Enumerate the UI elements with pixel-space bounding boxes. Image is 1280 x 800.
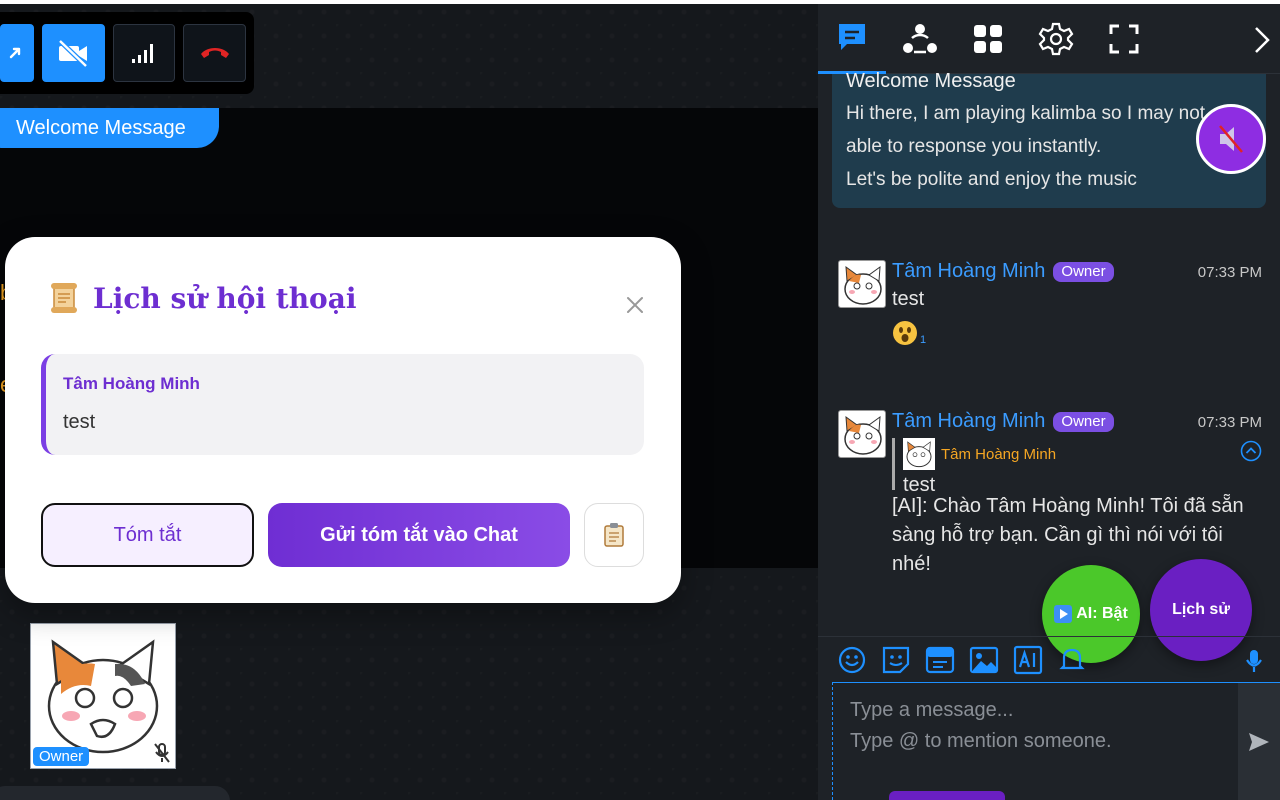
chat-icon	[839, 24, 865, 50]
sticker-icon	[882, 646, 910, 673]
message-time: 07:33 PM	[1197, 264, 1262, 281]
gif-button[interactable]	[924, 644, 956, 676]
welcome-message-pill[interactable]: Welcome Message	[0, 108, 219, 148]
send-icon	[1249, 733, 1269, 751]
send-summary-to-chat-button[interactable]: Gửi tóm tắt vào Chat	[268, 503, 570, 567]
cat-avatar-image	[844, 415, 882, 455]
tab-apps[interactable]	[954, 4, 1022, 74]
modal-title: Lịch sử hội thoại	[93, 281, 357, 315]
cat-avatar-image	[903, 438, 935, 470]
welcome-pill-label: Welcome Message	[16, 116, 186, 139]
tab-fullscreen[interactable]	[1090, 4, 1158, 74]
chevron-right-icon	[1255, 27, 1270, 53]
participant-role-badge: Owner	[33, 747, 90, 766]
owner-badge: Owner	[1053, 261, 1114, 282]
voice-input-button[interactable]	[1238, 645, 1270, 677]
message-time: 07:33 PM	[1197, 414, 1262, 431]
welcome-line: able to response you instantly.	[846, 136, 1102, 157]
quote-author: Tâm Hoàng Minh	[941, 445, 1057, 463]
speaker-muted-icon	[1219, 125, 1243, 153]
ai-assist-button[interactable]	[1012, 644, 1044, 676]
smiley-icon	[838, 646, 866, 673]
sound-toggle-button[interactable]	[1196, 104, 1266, 174]
clipboard-icon	[604, 523, 624, 547]
mic-muted-icon	[154, 743, 170, 763]
collapse-panel-button[interactable]	[1244, 18, 1280, 62]
participant-tile[interactable]: Owner	[30, 623, 176, 769]
gear-icon	[1038, 22, 1074, 55]
share-screen-icon	[9, 47, 21, 59]
message-author[interactable]: Tâm Hoàng Minh	[892, 410, 1045, 433]
bell-icon	[1059, 648, 1085, 669]
tab-chat[interactable]	[818, 4, 886, 74]
avatar[interactable]	[838, 410, 886, 458]
send-summary-button-label: Gửi tóm tắt vào Chat	[320, 523, 518, 546]
camera-off-icon	[58, 39, 89, 68]
avatar[interactable]	[838, 260, 886, 308]
message-header: Tâm Hoàng Minh Owner	[892, 410, 1114, 433]
microphone-icon	[1246, 650, 1262, 672]
send-button[interactable]	[1238, 683, 1280, 800]
chevron-up-icon[interactable]	[1240, 440, 1262, 462]
network-quality-button[interactable]	[112, 24, 176, 82]
image-icon	[969, 646, 999, 673]
quoted-message[interactable]: Tâm Hoàng Minh test	[892, 438, 1192, 496]
phone-hangup-icon	[200, 48, 229, 58]
summarize-button-label: Tóm tắt	[113, 523, 182, 546]
tab-settings[interactable]	[1022, 4, 1090, 74]
tab-participants[interactable]	[886, 4, 954, 74]
copy-button[interactable]	[584, 503, 644, 567]
signal-bars-icon	[132, 44, 154, 63]
bottom-control-bar	[0, 786, 230, 800]
message-input[interactable]: Type a message... Type @ to mention some…	[850, 695, 1230, 757]
emoji-button[interactable]	[836, 644, 868, 676]
history-button-label: Lịch sử	[1172, 601, 1230, 618]
modal-header: Lịch sử hội thoại	[47, 281, 357, 315]
cat-avatar-image	[844, 265, 882, 305]
chat-message: Tâm Hoàng Minh Owner 07:33 PM test 1	[838, 260, 1262, 356]
composer-toolbar	[818, 636, 1280, 682]
welcome-title: Welcome Message	[846, 70, 1016, 92]
conversation-history-modal: Lịch sử hội thoại Tâm Hoàng Minh test Tó…	[5, 237, 681, 603]
message-composer[interactable]: Type a message... Type @ to mention some…	[832, 682, 1280, 800]
people-network-icon	[903, 23, 937, 53]
chat-panel: Welcome Message Hi there, I am playing k…	[818, 0, 1280, 800]
composer-tab-chip	[889, 791, 1005, 800]
message-author[interactable]: Tâm Hoàng Minh	[892, 260, 1045, 283]
summarize-button[interactable]: Tóm tắt	[41, 503, 254, 567]
history-message-author: Tâm Hoàng Minh	[63, 374, 200, 393]
input-placeholder: Type a message...	[850, 699, 1014, 721]
grid-icon	[974, 24, 1002, 53]
welcome-line: Let's be polite and enjoy the music	[846, 169, 1137, 190]
reaction-count: 1	[920, 334, 927, 346]
message-header: Tâm Hoàng Minh Owner	[892, 260, 1114, 283]
top-strip	[0, 0, 818, 4]
notification-button[interactable]	[1056, 644, 1088, 676]
image-button[interactable]	[968, 644, 1000, 676]
fullscreen-icon	[1109, 24, 1139, 53]
reaction-chip[interactable]: 1	[892, 320, 926, 346]
call-toolbar	[0, 12, 254, 94]
sticker-button[interactable]	[880, 644, 912, 676]
hang-up-button[interactable]	[183, 24, 247, 82]
camera-toggle-button[interactable]	[42, 24, 105, 82]
message-text: test	[892, 288, 925, 310]
play-icon	[1054, 605, 1073, 623]
scroll-icon	[51, 283, 77, 313]
quote-header: Tâm Hoàng Minh	[903, 438, 1192, 470]
input-placeholder: Type @ to mention someone.	[850, 730, 1112, 752]
share-screen-button[interactable]	[0, 24, 35, 82]
history-message-text: test	[63, 411, 96, 433]
gif-icon	[925, 646, 955, 673]
panel-tabs	[818, 4, 1280, 74]
close-icon[interactable]	[623, 293, 647, 317]
owner-badge: Owner	[1053, 411, 1114, 432]
welcome-line: Hi there, I am playing kalimba so I may …	[846, 103, 1206, 124]
ai-icon	[1013, 645, 1043, 674]
ai-toggle-label: AI: Bật	[1076, 605, 1128, 622]
history-message-card: Tâm Hoàng Minh test	[41, 354, 644, 455]
surprised-face-icon	[893, 321, 917, 345]
